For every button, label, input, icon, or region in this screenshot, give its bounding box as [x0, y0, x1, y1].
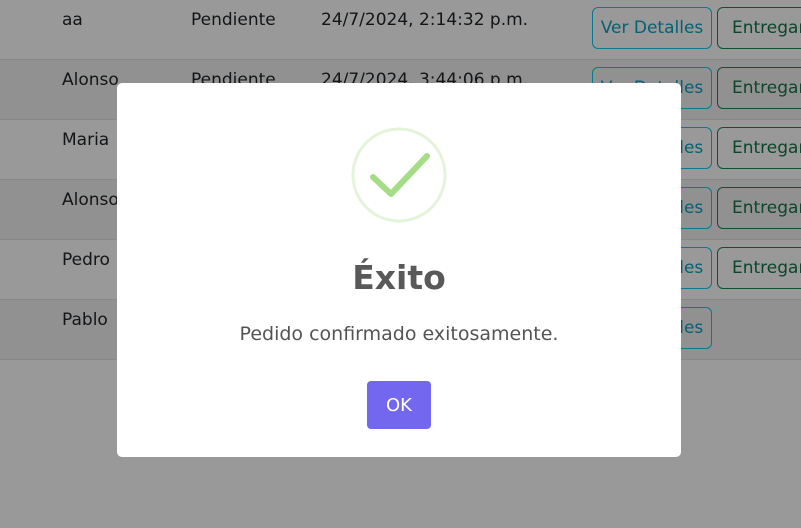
dialog-title: Éxito [352, 258, 446, 297]
success-check-icon [351, 127, 447, 223]
success-dialog: Éxito Pedido confirmado exitosamente. OK [117, 83, 681, 457]
ok-button[interactable]: OK [367, 381, 431, 429]
dialog-message: Pedido confirmado exitosamente. [239, 323, 559, 345]
